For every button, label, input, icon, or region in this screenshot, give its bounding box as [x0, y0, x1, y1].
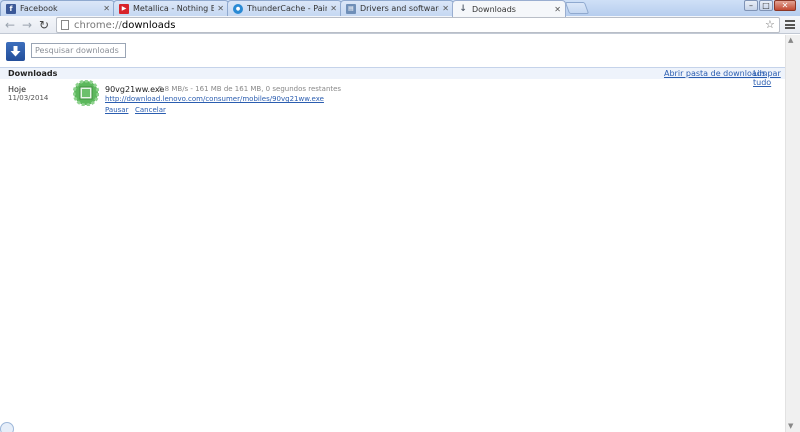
cancel-link[interactable]: Cancelar [135, 106, 166, 114]
status-orb-icon [0, 422, 14, 432]
tab-strip: f Facebook ✕ ▶ Metallica - Nothing Else … [0, 0, 800, 17]
page-title: Downloads [8, 69, 58, 78]
file-name: 90vg21ww.exe [105, 85, 165, 94]
download-status: 5,8 MB/s - 161 MB de 161 MB, 0 segundos … [158, 85, 342, 93]
forward-button[interactable]: → [22, 18, 32, 32]
lenovo-page-icon: ▤ [346, 3, 356, 14]
tab-title: Drivers and software - Len [360, 4, 439, 13]
downloads-tab-icon: ↓ [459, 4, 467, 14]
scroll-down-icon[interactable]: ▼ [788, 422, 793, 430]
close-tab-icon[interactable]: ✕ [330, 4, 337, 13]
close-tab-icon[interactable]: ✕ [442, 4, 449, 13]
url-host: downloads [121, 19, 176, 31]
address-bar[interactable]: chrome://downloads [56, 17, 780, 33]
tab-facebook[interactable]: f Facebook ✕ [0, 0, 115, 16]
menu-icon[interactable] [785, 20, 795, 29]
back-button[interactable]: ← [5, 18, 15, 32]
scroll-up-icon[interactable]: ▲ [788, 36, 793, 44]
downloads-logo-icon [6, 42, 25, 61]
tab-title: Metallica - Nothing Else M [133, 4, 214, 13]
url-scheme: chrome:// [74, 19, 122, 31]
thundercache-icon: ● [233, 3, 243, 14]
browser-toolbar: ← → ↻ chrome://downloads ☆ [0, 16, 800, 34]
tab-thundercache[interactable]: ● ThunderCache - Painel de ✕ [227, 0, 342, 16]
download-progress-icon[interactable] [72, 79, 100, 107]
close-tab-icon[interactable]: ✕ [103, 4, 110, 13]
vertical-scrollbar[interactable]: ▲ ▼ [785, 35, 800, 432]
maximize-button[interactable]: □ [759, 0, 773, 11]
reload-button[interactable]: ↻ [39, 18, 49, 32]
tab-title: Downloads [472, 4, 516, 14]
new-tab-button[interactable] [564, 2, 590, 14]
tab-title: Facebook [20, 4, 58, 13]
facebook-icon: f [6, 3, 16, 14]
tab-downloads[interactable]: ↓ Downloads ✕ [452, 0, 566, 17]
search-downloads-input[interactable] [31, 43, 126, 58]
tab-lenovo-drivers[interactable]: ▤ Drivers and software - Len ✕ [340, 0, 454, 16]
close-window-button[interactable]: ✕ [774, 0, 796, 11]
date-label: Hoje [8, 85, 27, 94]
youtube-icon: ▶ [119, 3, 129, 14]
date-value: 11/03/2014 [8, 94, 49, 102]
close-tab-icon[interactable]: ✕ [554, 5, 561, 14]
bookmark-star-icon[interactable]: ☆ [765, 18, 775, 31]
page-icon [61, 20, 69, 30]
window-controls: – □ ✕ [743, 0, 796, 12]
close-tab-icon[interactable]: ✕ [217, 4, 224, 13]
tab-metallica[interactable]: ▶ Metallica - Nothing Else M ✕ [113, 0, 229, 16]
file-url-link[interactable]: http://download.lenovo.com/consumer/mobi… [105, 95, 324, 103]
minimize-button[interactable]: – [744, 0, 758, 11]
tab-title: ThunderCache - Painel de [247, 4, 327, 13]
pause-link[interactable]: Pausar [105, 106, 128, 114]
open-downloads-folder-link[interactable]: Abrir pasta de downloads [664, 69, 766, 78]
